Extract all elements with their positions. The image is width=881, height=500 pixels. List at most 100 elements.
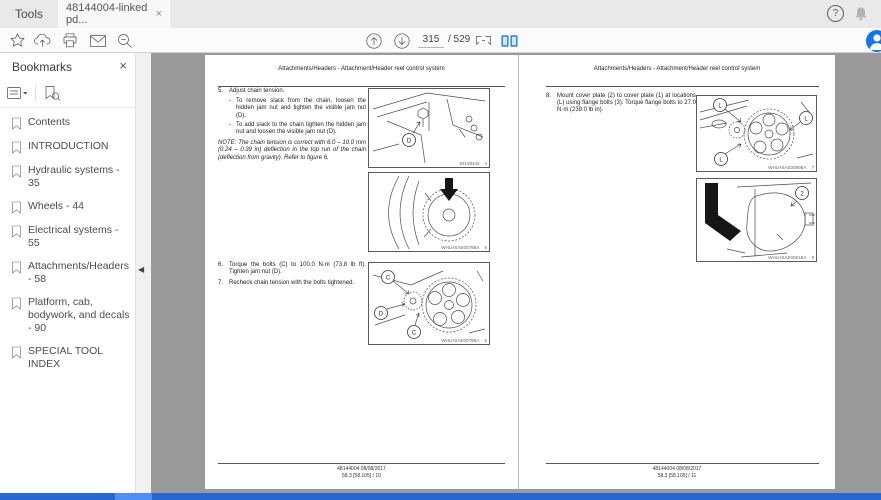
bookmark-label: Contents bbox=[28, 116, 70, 129]
bookmarks-toolbar-divider bbox=[35, 85, 36, 101]
header-rule bbox=[218, 86, 505, 87]
bookmark-icon bbox=[11, 117, 22, 130]
step-text: Adjust chain tension. bbox=[229, 88, 366, 95]
bookmark-label: INTRODUCTION bbox=[28, 140, 109, 153]
bookmark-icon bbox=[11, 165, 22, 178]
bookmarks-close-icon[interactable]: × bbox=[119, 58, 127, 73]
figure-5-drawing bbox=[369, 173, 489, 251]
page-footer: 48144004 08/08/2017 58.3 [58.105] / 10 bbox=[205, 466, 518, 479]
bookmarks-toolbar bbox=[6, 81, 130, 105]
page-fit-icon[interactable] bbox=[474, 31, 493, 50]
bookmark-item-introduction[interactable]: INTRODUCTION bbox=[0, 135, 135, 159]
step-number: 7. bbox=[218, 280, 229, 287]
figure-5: WHLHSAE0078BA5 bbox=[368, 172, 490, 252]
bookmark-label: Platform, cab, bodywork, and decals - 90 bbox=[28, 296, 131, 335]
bookmark-label: Electrical systems - 55 bbox=[28, 224, 131, 250]
panel-gutter: ◀ bbox=[136, 53, 151, 493]
taskbar-strip-highlight bbox=[115, 493, 152, 500]
footer-page-ref: 58.3 [58.105] / 10 bbox=[205, 473, 518, 480]
bookmark-icon bbox=[11, 201, 22, 214]
tab-tools[interactable]: Tools bbox=[0, 0, 58, 28]
bullet-text: To add slack to the chain tighten the hi… bbox=[236, 122, 366, 136]
bookmark-item-contents[interactable]: Contents bbox=[0, 111, 135, 135]
two-page-view-icon[interactable] bbox=[500, 31, 519, 50]
body-text: 8.Mount cover plate (2) to cover plate (… bbox=[546, 93, 696, 118]
cloud-upload-icon[interactable] bbox=[33, 31, 52, 50]
previous-page-icon[interactable] bbox=[364, 31, 383, 50]
bookmark-item-attachments-headers[interactable]: Attachments/Headers - 58 bbox=[0, 255, 135, 291]
bookmark-icon bbox=[11, 225, 22, 238]
bookmark-label: Attachments/Headers - 58 bbox=[28, 260, 131, 286]
bookmarks-panel-title: Bookmarks bbox=[12, 57, 130, 77]
step-number: 6. bbox=[218, 262, 229, 276]
bookmark-icon bbox=[11, 261, 22, 274]
figure-caption: WHLHSAE0078BA5 bbox=[441, 245, 487, 250]
bookmark-item-special-tool-index[interactable]: SPECIAL TOOL INDEX bbox=[0, 340, 135, 376]
figure-7: L L L WHLHSAE0080BA7 bbox=[696, 95, 817, 172]
bookmark-label: Wheels - 44 bbox=[28, 200, 84, 213]
step-text: Recheck chain tension with the bolts tig… bbox=[229, 280, 366, 287]
email-icon[interactable] bbox=[88, 31, 107, 50]
account-avatar[interactable] bbox=[866, 30, 881, 52]
svg-text:D: D bbox=[379, 312, 384, 318]
figure-4: D 931094404 bbox=[368, 88, 490, 168]
page-header: Attachments/Headers - Attachment/Header … bbox=[205, 66, 518, 72]
page-number-input[interactable] bbox=[418, 32, 444, 48]
tab-document-label: 48144004-linked pd... bbox=[66, 2, 150, 26]
star-favorite-icon[interactable] bbox=[8, 31, 27, 50]
bookmark-item-platform-cab[interactable]: Platform, cab, bodywork, and decals - 90 bbox=[0, 291, 135, 340]
taskbar-strip bbox=[0, 493, 881, 500]
body-text-lower: 6.Torque the bolts (C) to 100.0 N·m (73.… bbox=[218, 262, 366, 291]
svg-text:D: D bbox=[407, 139, 412, 145]
figure-caption: 931094404 bbox=[459, 161, 487, 166]
help-icon[interactable]: ? bbox=[827, 5, 844, 22]
next-page-icon[interactable] bbox=[392, 31, 411, 50]
figure-caption: WHLHSAE0079BA6 bbox=[441, 338, 487, 343]
bookmarks-divider bbox=[0, 107, 135, 108]
body-text-upper: 5.Adjust chain tension. -To remove slack… bbox=[218, 88, 366, 162]
svg-text:C: C bbox=[412, 331, 417, 337]
bullet-dash: - bbox=[229, 98, 236, 120]
bookmarks-panel: Bookmarks × Contents INTRODUCTION Hydrau… bbox=[0, 53, 136, 493]
step-number: 5. bbox=[218, 88, 229, 95]
figure-6-drawing: C D C bbox=[369, 263, 489, 344]
bookmark-icon bbox=[11, 141, 22, 154]
bookmark-icon bbox=[11, 346, 22, 359]
find-current-bookmark-icon[interactable] bbox=[43, 85, 61, 102]
step-text: Torque the bolts (C) to 100.0 N·m (73.8 … bbox=[229, 262, 366, 276]
bookmark-label: SPECIAL TOOL INDEX bbox=[28, 345, 131, 371]
page-total-label: / 529 bbox=[448, 34, 470, 45]
notifications-bell-icon[interactable] bbox=[853, 5, 869, 22]
step-number: 8. bbox=[546, 93, 557, 115]
bookmarks-options-icon[interactable] bbox=[6, 85, 28, 101]
tab-document[interactable]: 48144004-linked pd... × bbox=[58, 0, 170, 28]
pdf-page-right: Attachments/Headers - Attachment/Header … bbox=[518, 55, 835, 489]
step-text: Mount cover plate (2) to cover plate (1)… bbox=[557, 93, 696, 115]
document-viewport[interactable]: Attachments/Headers - Attachment/Header … bbox=[151, 53, 881, 493]
collapse-panel-icon[interactable]: ◀ bbox=[138, 265, 144, 274]
figure-caption: WHLHSAE0081BA8 bbox=[768, 255, 814, 260]
tab-bar: Tools 48144004-linked pd... × ? bbox=[0, 0, 881, 28]
page-header: Attachments/Headers - Attachment/Header … bbox=[519, 66, 835, 72]
bookmark-item-electrical-systems[interactable]: Electrical systems - 55 bbox=[0, 219, 135, 255]
note-text: NOTE: The chain tension is correct with … bbox=[218, 140, 366, 162]
figure-7-drawing: L L L bbox=[697, 96, 816, 171]
footer-page-ref: 58.3 [58.105] / 11 bbox=[519, 473, 835, 480]
page-footer: 48144004 08/08/2017 58.3 [58.105] / 11 bbox=[519, 466, 835, 479]
tab-close-icon[interactable]: × bbox=[156, 8, 162, 20]
footer-rule bbox=[218, 463, 505, 464]
figure-4-drawing: D bbox=[369, 89, 489, 167]
print-icon[interactable] bbox=[60, 31, 79, 50]
bookmark-item-wheels[interactable]: Wheels - 44 bbox=[0, 195, 135, 219]
bullet-text: To remove slack from the chain, loosen t… bbox=[236, 98, 366, 120]
figure-6: C D C WHLHSAE0079BA6 bbox=[368, 262, 490, 345]
search-zoom-icon[interactable] bbox=[115, 31, 134, 50]
header-rule bbox=[546, 86, 819, 87]
bullet-dash: - bbox=[229, 122, 236, 136]
pdf-page-left: Attachments/Headers - Attachment/Header … bbox=[205, 55, 518, 489]
bookmark-label: Hydraulic systems - 35 bbox=[28, 164, 131, 190]
svg-text:C: C bbox=[386, 276, 391, 282]
page-spread: Attachments/Headers - Attachment/Header … bbox=[205, 55, 835, 489]
figure-8-drawing: 2 bbox=[697, 179, 816, 261]
bookmark-item-hydraulic-systems[interactable]: Hydraulic systems - 35 bbox=[0, 159, 135, 195]
